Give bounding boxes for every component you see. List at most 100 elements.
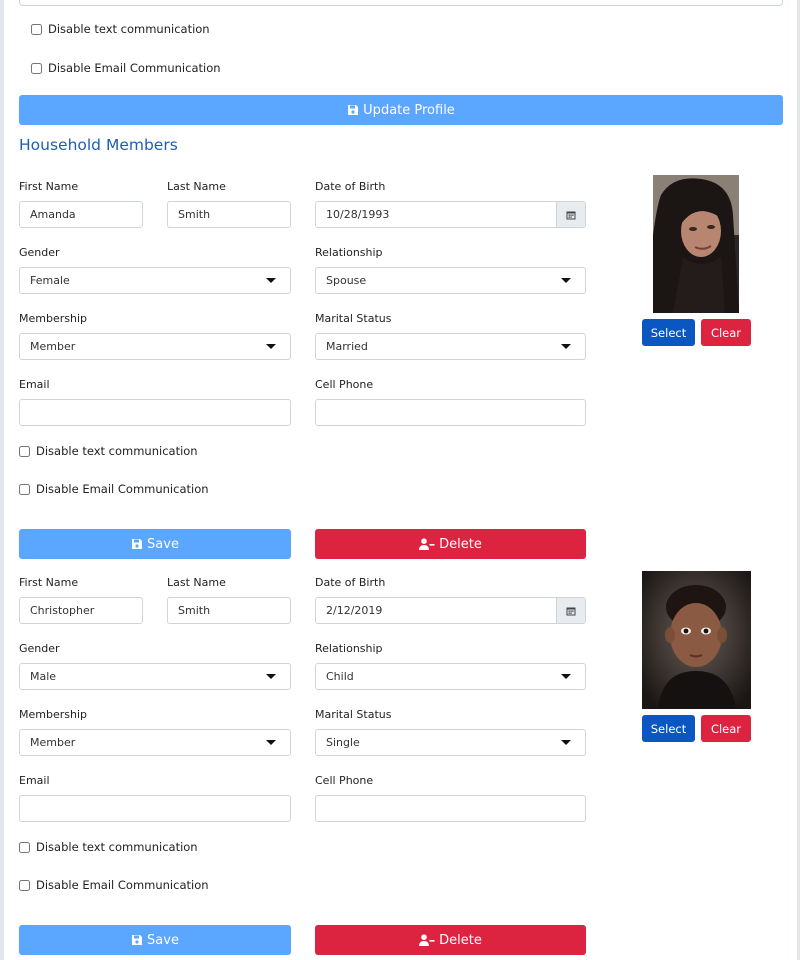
membership-label: Membership [19,312,87,325]
dob-label: Date of Birth [315,576,386,589]
caret-down-icon [561,344,571,349]
dob-input[interactable]: 10/28/1993 [315,201,586,228]
calendar-icon [566,607,576,615]
first-name-input[interactable] [19,597,143,624]
marital-status-label: Marital Status [315,708,392,721]
cell-phone-label: Cell Phone [315,774,374,787]
email-input[interactable] [19,399,291,426]
calendar-button[interactable] [556,598,585,623]
delete-label: Delete [439,932,482,948]
select-photo-button[interactable]: Select [642,319,695,346]
dob-input[interactable]: 2/12/2019 [315,597,586,624]
last-name-label: Last Name [167,180,226,193]
clear-photo-button[interactable]: Clear [701,319,751,346]
first-name-label: First Name [19,576,79,589]
disable-text-label: Disable text communication [36,840,198,854]
save-label: Save [147,536,179,552]
relationship-select[interactable]: Child [315,663,586,690]
marital-status-value: Single [326,736,360,749]
membership-value: Member [30,736,76,749]
profile-disable-email-label: Disable Email Communication [48,61,221,75]
membership-select[interactable]: Member [19,333,291,360]
profile-disable-text-label: Disable text communication [48,22,210,36]
marital-status-select[interactable]: Married [315,333,586,360]
profile-disable-email-input[interactable] [31,62,42,74]
marital-status-select[interactable]: Single [315,729,586,756]
last-name-input[interactable] [167,597,291,624]
caret-down-icon [266,344,276,349]
disable-email-checkbox[interactable]: Disable Email Communication [19,482,209,496]
marital-status-value: Married [326,340,368,353]
member-photo-image [642,571,751,709]
membership-label: Membership [19,708,87,721]
gender-value: Male [30,670,57,683]
update-profile-button[interactable]: Update Profile [19,95,783,125]
disable-text-input[interactable] [19,841,30,853]
marital-status-label: Marital Status [315,312,392,325]
first-name-input[interactable] [19,201,143,228]
membership-value: Member [30,340,76,353]
user-minus-icon [419,934,435,946]
caret-down-icon [266,278,276,283]
disable-email-label: Disable Email Communication [36,482,209,496]
gender-value: Female [30,274,70,287]
floppy-disk-icon [132,935,143,945]
gender-select[interactable]: Male [19,663,291,690]
relationship-label: Relationship [315,246,383,259]
left-page-border [0,0,4,960]
save-button[interactable]: Save [19,925,291,955]
disable-email-input[interactable] [19,879,30,891]
disable-email-input[interactable] [19,483,30,495]
last-name-input[interactable] [167,201,291,228]
calendar-icon [566,211,576,219]
update-profile-label: Update Profile [363,102,455,118]
caret-down-icon [266,674,276,679]
cell-phone-input[interactable] [315,399,586,426]
select-photo-button[interactable]: Select [642,715,695,742]
gender-label: Gender [19,642,60,655]
cell-phone-label: Cell Phone [315,378,374,391]
caret-down-icon [561,278,571,283]
disable-text-input[interactable] [19,445,30,457]
dob-label: Date of Birth [315,180,386,193]
membership-select[interactable]: Member [19,729,291,756]
disable-email-checkbox[interactable]: Disable Email Communication [19,878,209,892]
profile-disable-text-checkbox[interactable]: Disable text communication [31,22,210,36]
profile-disable-text-input[interactable] [31,23,42,35]
clear-photo-button[interactable]: Clear [701,715,751,742]
member-photo [653,175,739,313]
floppy-disk-icon [348,105,359,115]
delete-label: Delete [439,536,482,552]
calendar-button[interactable] [556,202,585,227]
save-button[interactable]: Save [19,529,291,559]
user-minus-icon [419,538,435,550]
cell-phone-input[interactable] [315,795,586,822]
delete-button[interactable]: Delete [315,529,586,559]
dob-value: 2/12/2019 [326,604,383,617]
gender-select[interactable]: Female [19,267,291,294]
delete-button[interactable]: Delete [315,925,586,955]
relationship-value: Child [326,670,354,683]
gender-label: Gender [19,246,60,259]
relationship-value: Spouse [326,274,367,287]
caret-down-icon [266,740,276,745]
disable-text-checkbox[interactable]: Disable text communication [19,840,198,854]
profile-disable-email-checkbox[interactable]: Disable Email Communication [31,61,221,75]
email-label: Email [19,774,50,787]
household-members-title: Household Members [19,136,178,154]
relationship-select[interactable]: Spouse [315,267,586,294]
email-label: Email [19,378,50,391]
email-input[interactable] [19,795,291,822]
caret-down-icon [561,740,571,745]
last-name-label: Last Name [167,576,226,589]
member-photo [642,571,751,709]
relationship-label: Relationship [315,642,383,655]
save-label: Save [147,932,179,948]
disable-text-checkbox[interactable]: Disable text communication [19,444,198,458]
floppy-disk-icon [132,539,143,549]
disable-email-label: Disable Email Communication [36,878,209,892]
member-photo-image [653,175,739,313]
profile-field-partial[interactable] [19,0,783,6]
first-name-label: First Name [19,180,79,193]
dob-value: 10/28/1993 [326,208,390,221]
